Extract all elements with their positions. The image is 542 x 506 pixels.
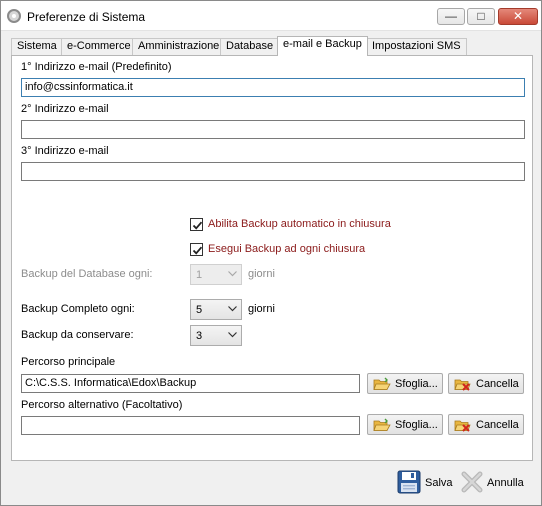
checkmark-icon <box>192 246 203 255</box>
app-gear-icon <box>7 9 21 23</box>
clear-label: Cancella <box>476 378 519 390</box>
email1-label: 1° Indirizzo e-mail (Predefinito) <box>21 61 172 73</box>
folder-delete-icon <box>454 379 471 391</box>
tab-amministrazione[interactable]: Amministrazione <box>132 38 226 55</box>
email-backup-panel: 1° Indirizzo e-mail (Predefinito) info@c… <box>11 55 533 461</box>
checkmark-icon <box>192 221 203 230</box>
db-backup-every-select: 1 <box>190 264 242 285</box>
chevron-down-icon <box>228 271 237 277</box>
every-close-label: Esegui Backup ad ogni chiusura <box>208 243 366 255</box>
tab-database[interactable]: Database <box>220 38 280 55</box>
tab-e-commerce[interactable]: e-Commerce <box>61 38 137 55</box>
db-backup-unit: giorni <box>248 268 275 280</box>
email3-input[interactable] <box>21 162 525 181</box>
tab-impostazioni-sms[interactable]: Impostazioni SMS <box>366 38 467 55</box>
preferences-window: Preferenze di Sistema — □ ✕ Sistema e-Co… <box>0 0 542 506</box>
title-bar[interactable]: Preferenze di Sistema — □ ✕ <box>1 1 541 31</box>
full-backup-every-label: Backup Completo ogni: <box>21 303 135 315</box>
every-close-checkbox[interactable] <box>190 243 203 256</box>
db-backup-every-value: 1 <box>196 269 203 281</box>
minimize-icon: — <box>445 9 457 23</box>
folder-open-icon <box>373 418 391 431</box>
alt-path-browse-button[interactable]: Sfoglia... <box>367 414 443 435</box>
email2-label: 2° Indirizzo e-mail <box>21 103 109 115</box>
browse-label: Sfoglia... <box>395 419 438 431</box>
close-icon: ✕ <box>512 9 524 23</box>
email3-label: 3° Indirizzo e-mail <box>21 145 109 157</box>
floppy-disk-icon <box>397 470 421 494</box>
browse-label: Sfoglia... <box>395 378 438 390</box>
save-button[interactable]: Salva <box>397 468 457 498</box>
auto-backup-checkbox[interactable] <box>190 218 203 231</box>
cancel-label: Annulla <box>487 477 524 489</box>
clear-label: Cancella <box>476 419 519 431</box>
every-close-checkbox-row[interactable]: Esegui Backup ad ogni chiusura <box>190 242 450 258</box>
alt-path-input[interactable] <box>21 416 360 435</box>
window-title: Preferenze di Sistema <box>27 10 146 24</box>
maximize-icon: □ <box>477 9 485 23</box>
alt-path-label: Percorso alternativo (Facoltativo) <box>21 399 183 411</box>
backups-to-keep-label: Backup da conservare: <box>21 329 134 341</box>
folder-open-icon <box>373 377 391 390</box>
full-backup-every-select[interactable]: 5 <box>190 299 242 320</box>
main-path-browse-button[interactable]: Sfoglia... <box>367 373 443 394</box>
email1-input[interactable]: info@cssinformatica.it <box>21 78 525 97</box>
backups-to-keep-select[interactable]: 3 <box>190 325 242 346</box>
minimize-button[interactable]: — <box>437 8 465 25</box>
save-label: Salva <box>425 477 453 489</box>
email2-input[interactable] <box>21 120 525 139</box>
main-path-input[interactable]: C:\C.S.S. Informatica\Edox\Backup <box>21 374 360 393</box>
cancel-button[interactable]: Annulla <box>460 468 532 498</box>
main-path-label: Percorso principale <box>21 356 116 368</box>
auto-backup-checkbox-row[interactable]: Abilita Backup automatico in chiusura <box>190 217 450 233</box>
full-backup-unit: giorni <box>248 303 275 315</box>
tab-sistema[interactable]: Sistema <box>11 38 63 55</box>
maximize-button[interactable]: □ <box>467 8 495 25</box>
alt-path-clear-button[interactable]: Cancella <box>448 414 524 435</box>
db-backup-every-label: Backup del Database ogni: <box>21 268 153 280</box>
full-backup-every-value: 5 <box>196 304 203 316</box>
main-path-clear-button[interactable]: Cancella <box>448 373 524 394</box>
backups-to-keep-value: 3 <box>196 330 203 342</box>
close-button[interactable]: ✕ <box>498 8 538 25</box>
tab-email-backup[interactable]: e-mail e Backup <box>277 36 368 56</box>
chevron-down-icon <box>228 332 237 338</box>
auto-backup-label: Abilita Backup automatico in chiusura <box>208 218 391 230</box>
folder-delete-icon <box>454 420 471 432</box>
x-mark-icon <box>461 471 483 493</box>
chevron-down-icon <box>228 306 237 312</box>
